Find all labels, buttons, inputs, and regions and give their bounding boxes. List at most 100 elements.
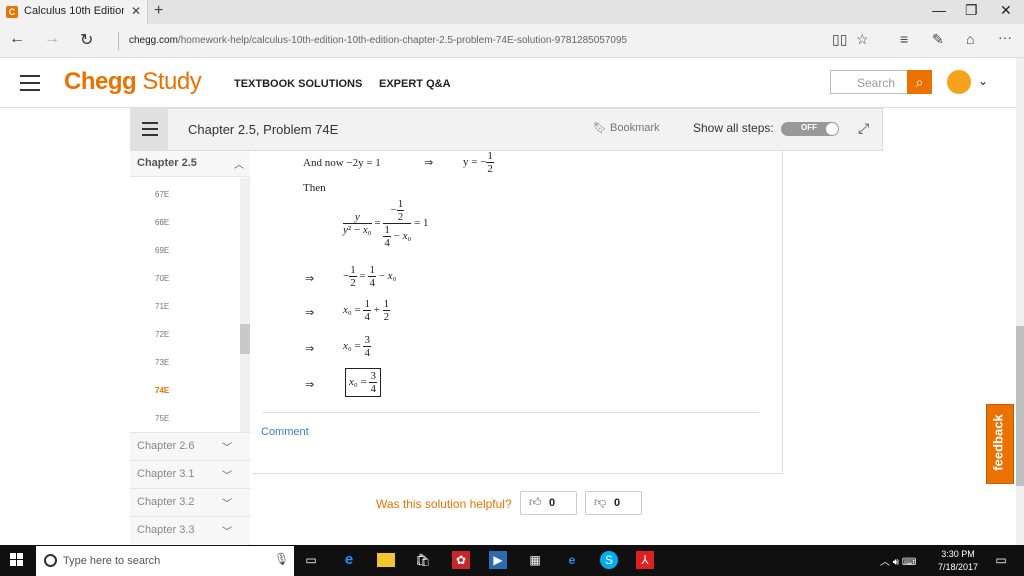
then-label: Then <box>303 182 326 194</box>
url-path: /homework-help/calculus-10th-edition-10t… <box>177 35 628 46</box>
implies-arrow: ⇒ <box>305 307 315 319</box>
more-icon[interactable]: ··· <box>998 29 1012 45</box>
menu-icon[interactable] <box>20 75 40 91</box>
search-icon[interactable]: ⌕ <box>907 70 932 94</box>
forward-icon[interactable]: → <box>44 30 60 48</box>
hub-icon[interactable]: ≡ <box>900 31 908 47</box>
bookmark-icon: 🔖︎ <box>593 122 607 134</box>
calculator-icon[interactable]: ▦ <box>526 551 544 569</box>
web-note-icon[interactable]: ✎ <box>932 31 944 48</box>
clock-time: 3:30 PM <box>941 549 975 559</box>
minimize-icon[interactable]: — <box>932 2 946 18</box>
close-tab-icon[interactable]: ✕ <box>131 4 141 18</box>
problem-item[interactable]: 71E <box>155 302 169 311</box>
reading-view-icon[interactable]: ▯▯ <box>832 31 847 48</box>
helpful-prompt: Was this solution helpful? <box>376 497 512 511</box>
nav-expert-qa[interactable]: EXPERT Q&A <box>379 78 451 90</box>
sidebar-scrollbar[interactable] <box>240 178 250 432</box>
thumbs-down-button[interactable]: 👎︎ 0 <box>585 491 642 515</box>
internet-explorer-icon[interactable]: e <box>563 551 581 569</box>
chevron-down-icon: ﹀ <box>222 499 232 510</box>
browser-tab[interactable]: C Calculus 10th Edition Ch ✕ <box>0 0 148 24</box>
taskbar-clock[interactable]: 3:30 PM 7/18/2017 <box>938 548 978 574</box>
notification-icon[interactable]: ▭ <box>992 551 1010 569</box>
problem-item[interactable]: 75E <box>155 414 169 423</box>
implies-arrow: ⇒ <box>305 343 315 355</box>
edge-icon[interactable]: e <box>340 551 358 569</box>
taskbar-search-placeholder: Type here to search <box>63 555 161 567</box>
back-icon[interactable]: ← <box>9 30 25 48</box>
solution-panel <box>252 151 783 474</box>
bookmark-label: Bookmark <box>610 122 660 134</box>
chapter-item[interactable]: Chapter 2.6 ﹀ <box>130 432 250 460</box>
sidebar-scroll-thumb[interactable] <box>240 324 250 354</box>
chegg-favicon-icon: C <box>6 6 18 18</box>
chevron-down-icon: ﹀ <box>222 471 232 482</box>
problem-item[interactable]: 73E <box>155 358 169 367</box>
system-tray[interactable]: ︿ 🔊︎ ⌨ <box>880 553 916 568</box>
problem-item[interactable]: 69E <box>155 246 169 255</box>
current-chapter-label: Chapter 2.5 <box>137 157 197 169</box>
toggle-label: OFF <box>801 123 817 132</box>
chevron-up-icon: ︿ <box>234 160 244 171</box>
chapter-label: Chapter 3.2 <box>137 496 195 508</box>
close-window-icon[interactable]: ✕ <box>1000 2 1012 19</box>
chapter-label: Chapter 3.1 <box>137 468 195 480</box>
comment-link[interactable]: Comment <box>261 426 309 438</box>
chapter-label: Chapter 2.6 <box>137 440 195 452</box>
thumbs-up-button[interactable]: 👍︎ 0 <box>520 491 577 515</box>
problem-item-active[interactable]: 74E <box>155 386 169 395</box>
page-scroll-thumb[interactable] <box>1016 326 1024 486</box>
chevron-down-icon[interactable]: ⌄ <box>978 74 988 88</box>
divider <box>262 412 759 413</box>
chevron-down-icon: ﹀ <box>222 527 232 538</box>
current-chapter-header[interactable]: Chapter 2.5 ︿ <box>130 151 250 177</box>
show-steps-toggle[interactable]: OFF <box>781 122 839 136</box>
chapter-item[interactable]: Chapter 3.2 ﹀ <box>130 488 250 516</box>
media-player-icon[interactable]: ▶ <box>489 551 507 569</box>
share-icon[interactable]: ⌂ <box>966 31 974 47</box>
url-domain: chegg.com <box>129 35 178 46</box>
equation-step-1: −1 2 = 14 − x₀ <box>343 264 397 289</box>
avatar[interactable] <box>947 70 971 94</box>
windows-start-icon[interactable] <box>10 553 24 567</box>
settings-app-icon[interactable]: ✿ <box>452 551 470 569</box>
tab-title: Calculus 10th Edition Ch <box>24 5 124 17</box>
list-icon[interactable] <box>130 108 168 151</box>
problem-item[interactable]: 72E <box>155 330 169 339</box>
new-tab-icon[interactable]: + <box>154 2 163 20</box>
thumbs-up-icon: 👍︎ <box>529 495 542 509</box>
feedback-tab[interactable]: feedback <box>986 404 1014 484</box>
chapter-item[interactable]: Chapter 3.3 ﹀ <box>130 516 250 544</box>
address-separator <box>118 32 119 50</box>
problem-item[interactable]: 70E <box>155 274 169 283</box>
url-input[interactable]: chegg.com/homework-help/calculus-10th-ed… <box>129 35 627 46</box>
store-icon[interactable]: 🛍︎ <box>414 551 432 569</box>
skype-icon[interactable]: S <box>600 551 618 569</box>
acrobat-icon[interactable]: ⅄ <box>636 551 654 569</box>
bookmark-button[interactable]: 🔖︎ Bookmark <box>593 121 660 134</box>
refresh-icon[interactable]: ↻ <box>80 30 93 50</box>
taskbar-search[interactable]: Type here to search 🎙︎ <box>36 546 294 576</box>
chapter-item[interactable]: Chapter 3.1 ﹀ <box>130 460 250 488</box>
clock-date: 7/18/2017 <box>938 562 979 572</box>
logo-study: Study <box>142 68 202 95</box>
search-input[interactable]: Search <box>830 70 908 94</box>
boxed-answer: x₀ = 34 <box>345 368 381 397</box>
equation-step-3: x₀ = 34 <box>343 334 371 359</box>
problem-item[interactable]: 68E <box>155 218 169 227</box>
chegg-study-logo[interactable]: Chegg Study <box>64 68 202 96</box>
solution-line-1: And now −2y = 1 <box>303 157 381 169</box>
favorite-star-icon[interactable]: ☆ <box>856 31 869 48</box>
restore-icon[interactable]: ❐ <box>965 2 978 19</box>
chapter-title: Chapter 2.5, Problem 74E <box>188 122 339 137</box>
task-view-icon[interactable]: ▭ <box>302 551 320 569</box>
microphone-icon[interactable]: 🎙︎ <box>274 552 289 566</box>
problem-item[interactable]: 67E <box>155 190 169 199</box>
expand-icon[interactable]: ⤢ <box>858 120 869 137</box>
nav-textbook-solutions[interactable]: TEXTBOOK SOLUTIONS <box>234 78 362 90</box>
thumbs-up-count: 0 <box>549 497 556 509</box>
thumbs-down-count: 0 <box>614 497 621 509</box>
equation-ratio: y y² − x₀ = −1 2 1 4 − x₀ = 1 <box>343 198 429 249</box>
file-explorer-icon[interactable] <box>377 553 395 567</box>
